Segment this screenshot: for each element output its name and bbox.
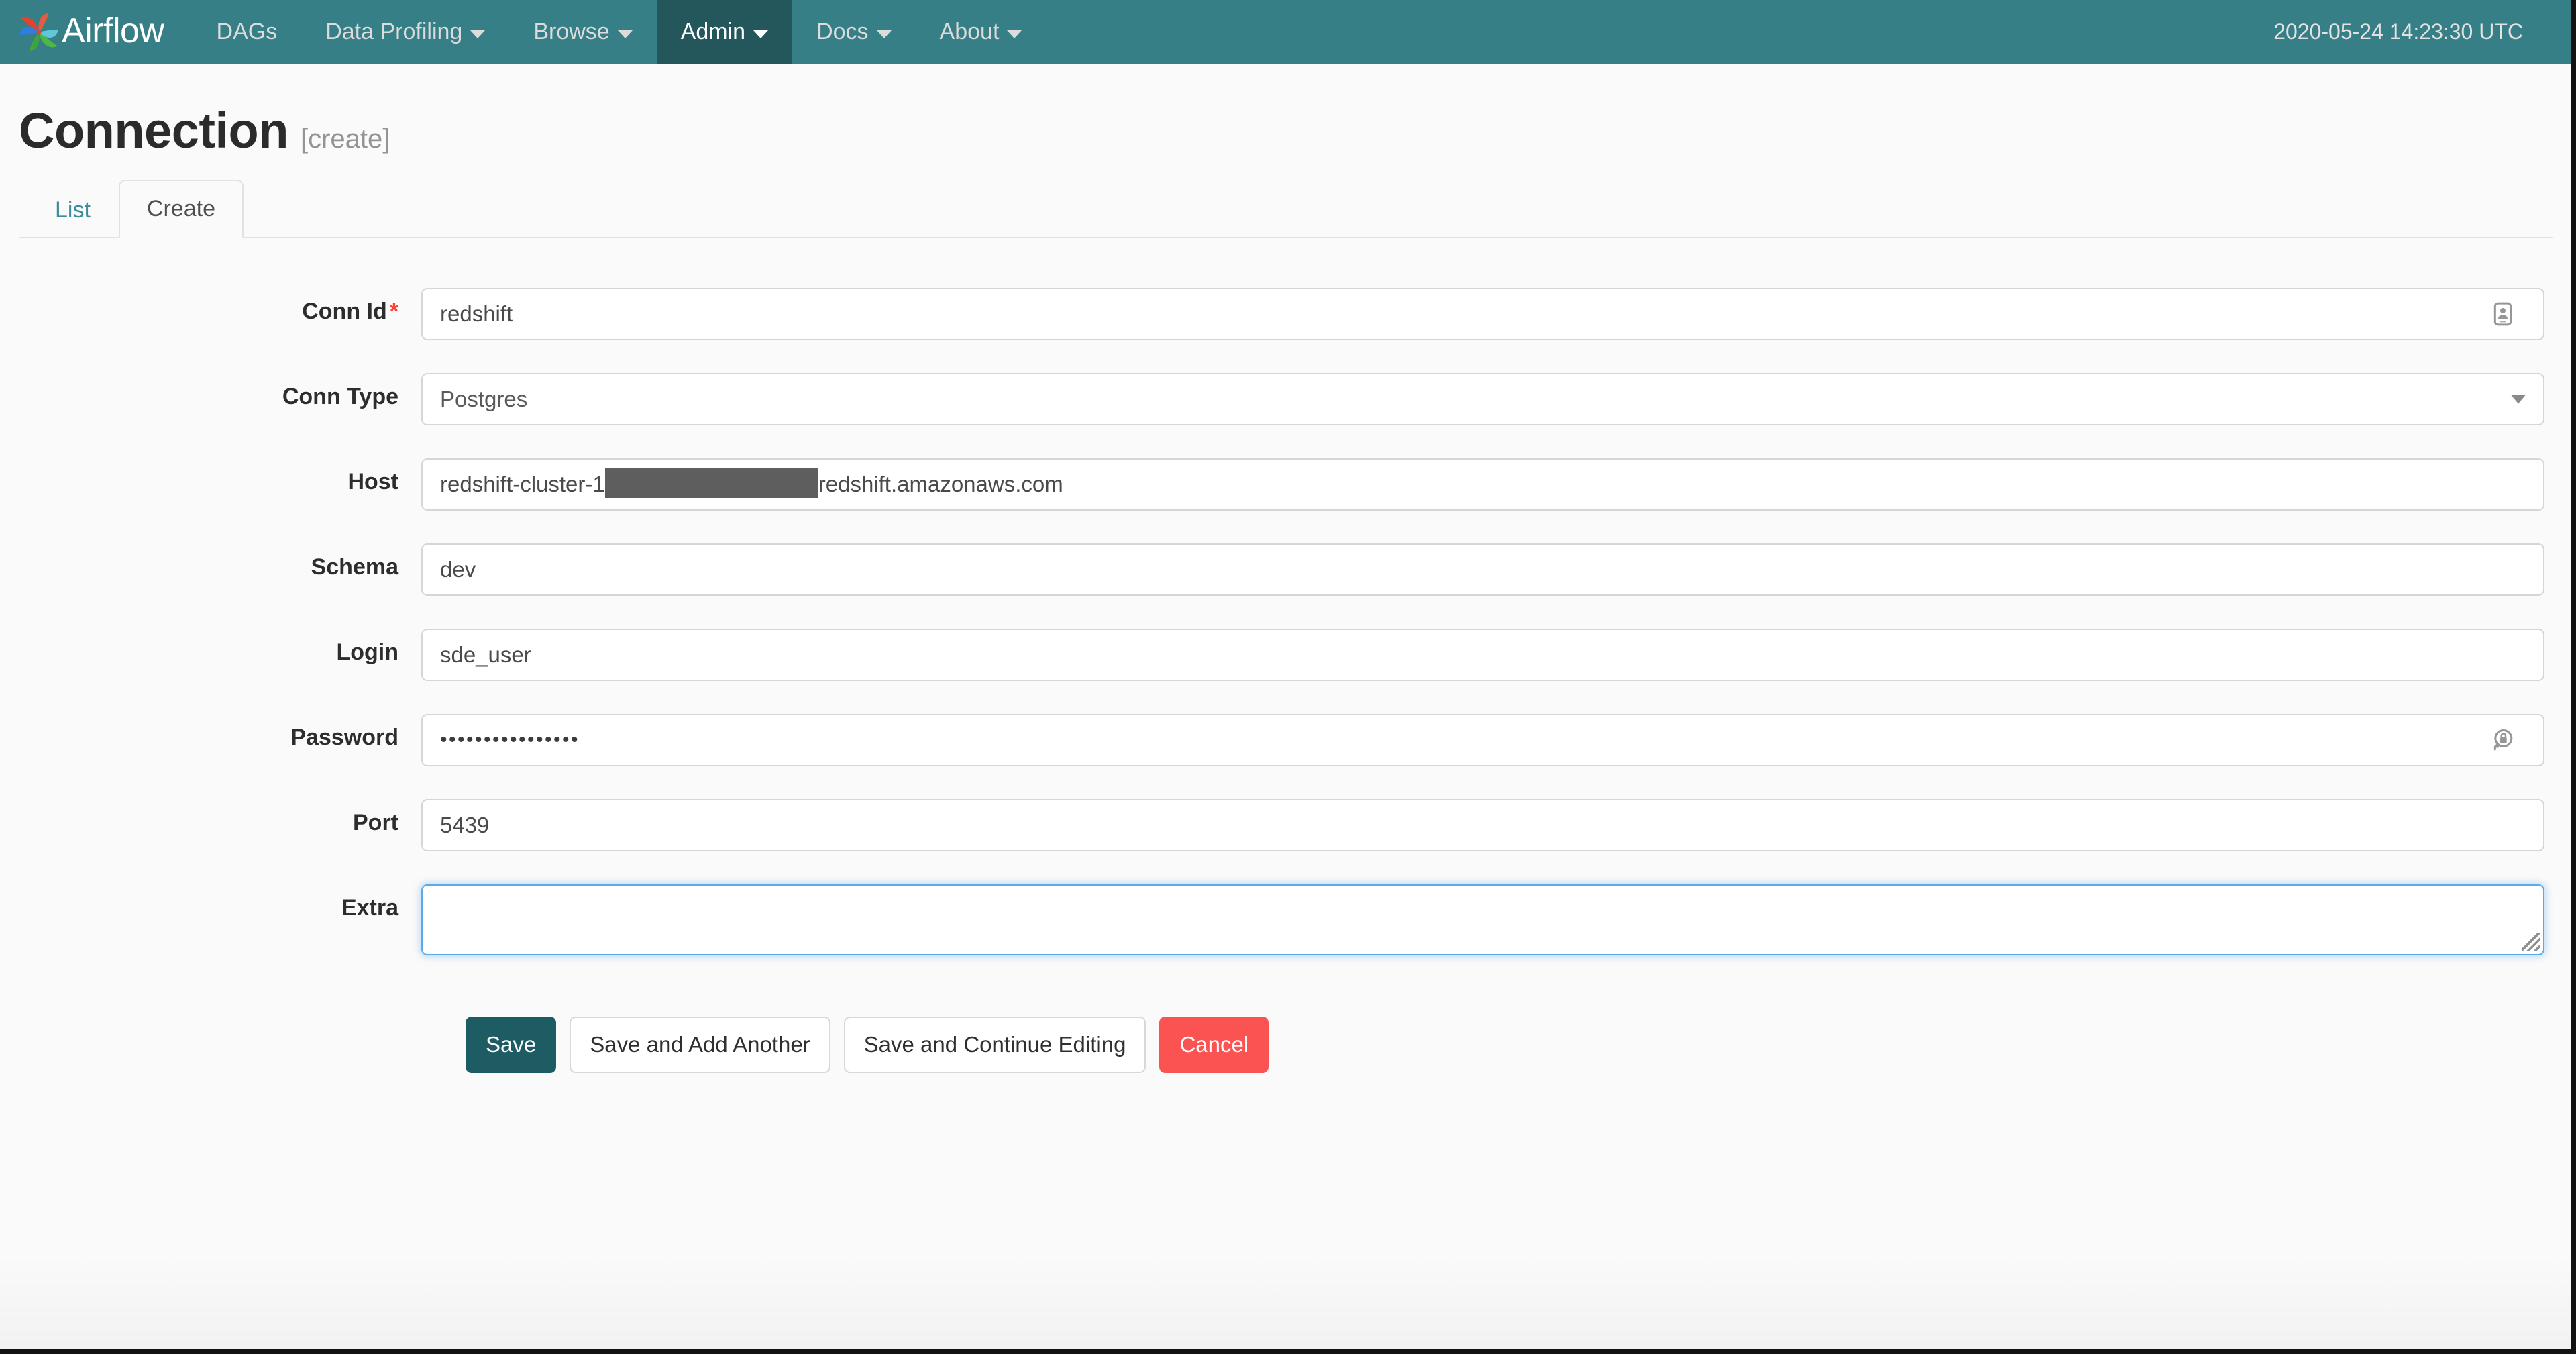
port-value: 5439 — [440, 813, 490, 837]
main-content: Connection [create] List Create Conn Id *… — [0, 64, 2571, 1100]
conn-type-value: Postgres — [440, 386, 528, 411]
contact-card-autofill-icon[interactable] — [2489, 301, 2516, 327]
required-asterisk: * — [389, 299, 398, 324]
save-and-continue-editing-button[interactable]: Save and Continue Editing — [843, 1017, 1146, 1073]
save-and-add-another-button[interactable]: Save and Add Another — [570, 1017, 830, 1073]
schema-value: dev — [440, 557, 476, 582]
chevron-down-icon — [753, 30, 769, 38]
host-control: redshift-cluster-1 redshift.amazonaws.com — [421, 458, 2553, 511]
view-tabs: List Create — [19, 178, 2553, 238]
extra-label: Extra — [341, 895, 398, 921]
login-control: sde_user — [421, 629, 2553, 681]
cancel-button[interactable]: Cancel — [1159, 1017, 1269, 1073]
form-row-schema: Schema dev — [19, 543, 2553, 596]
save-button[interactable]: Save — [466, 1017, 557, 1073]
redaction-block — [604, 468, 818, 498]
chevron-down-icon — [876, 30, 892, 38]
conn-type-control: Postgres — [421, 373, 2553, 425]
app-page: Airflow DAGs Data Profiling Browse Admin… — [0, 0, 2576, 1354]
nav-item-admin[interactable]: Admin — [656, 0, 793, 64]
port-label: Port — [353, 810, 398, 835]
host-input[interactable]: redshift-cluster-1 redshift.amazonaws.com — [421, 458, 2544, 511]
conn-id-control: redshift — [421, 288, 2553, 340]
host-label: Host — [347, 469, 398, 494]
nav-item-label: Data Profiling — [325, 19, 463, 44]
form-row-login: Login sde_user — [19, 629, 2553, 681]
login-value: sde_user — [440, 642, 531, 667]
navbar-utc-clock: 2020-05-24 14:23:30 UTC — [2273, 19, 2523, 44]
nav-item-dags[interactable]: DAGs — [193, 0, 302, 64]
form-row-extra: Extra — [19, 884, 2553, 955]
password-control: •••••••••••••••• — [421, 714, 2553, 766]
form-actions: Save Save and Add Another Save and Conti… — [19, 988, 2553, 1100]
tab-label: List — [55, 197, 91, 223]
nav-item-about[interactable]: About — [916, 0, 1046, 64]
form-row-conn-id: Conn Id * redshift — [19, 288, 2553, 340]
page-footer-space — [0, 1100, 2571, 1349]
conn-id-input[interactable]: redshift — [421, 288, 2544, 340]
login-input[interactable]: sde_user — [421, 629, 2544, 681]
password-label: Password — [290, 725, 398, 750]
host-value-prefix: redshift-cluster-1 — [440, 472, 605, 497]
chevron-down-icon — [470, 30, 486, 38]
navbar-menu: DAGs Data Profiling Browse Admin Docs Ab… — [193, 0, 1046, 64]
form-row-password: Password •••••••••••••••• — [19, 714, 2553, 766]
label-text: Conn Id — [302, 299, 387, 324]
nav-item-label: Browse — [533, 19, 610, 44]
top-navbar: Airflow DAGs Data Profiling Browse Admin… — [0, 0, 2571, 64]
brand-label: Airflow — [62, 11, 164, 50]
nav-item-docs[interactable]: Docs — [792, 0, 915, 64]
page-title: Connection — [19, 103, 288, 158]
host-value-suffix: redshift.amazonaws.com — [818, 472, 1063, 497]
brand-home-link[interactable]: Airflow — [0, 0, 172, 64]
conn-type-label: Conn Type — [282, 384, 398, 409]
nav-item-data-profiling[interactable]: Data Profiling — [301, 0, 509, 64]
resize-grip-icon[interactable] — [2522, 933, 2540, 951]
form-row-host: Host redshift-cluster-1 redshift.amazonaw… — [19, 458, 2553, 511]
conn-id-label: Conn Id * — [19, 288, 421, 325]
airflow-pinwheel-logo — [15, 8, 63, 56]
nav-item-label: DAGs — [216, 19, 278, 44]
nav-item-label: Admin — [680, 19, 746, 44]
page-header: Connection [create] — [19, 64, 2553, 178]
schema-control: dev — [421, 543, 2553, 596]
conn-id-value: redshift — [440, 301, 513, 326]
nav-item-label: About — [939, 19, 1000, 44]
form-row-conn-type: Conn Type Postgres — [19, 373, 2553, 425]
nav-item-label: Docs — [816, 19, 869, 44]
tab-label: Create — [146, 196, 215, 221]
key-lock-autofill-icon[interactable] — [2489, 727, 2516, 753]
schema-label: Schema — [311, 554, 398, 580]
connection-form: Conn Id * redshift Conn Type Postgres Ho… — [19, 238, 2553, 1100]
nav-item-browse[interactable]: Browse — [509, 0, 656, 64]
extra-textarea[interactable] — [421, 884, 2544, 955]
form-row-port: Port 5439 — [19, 799, 2553, 851]
page-subtitle: [create] — [300, 124, 390, 154]
password-input[interactable]: •••••••••••••••• — [421, 714, 2544, 766]
tab-list[interactable]: List — [27, 181, 119, 238]
conn-type-select[interactable]: Postgres — [421, 373, 2544, 425]
tab-create[interactable]: Create — [118, 180, 244, 238]
chevron-down-icon — [617, 30, 633, 38]
extra-control — [421, 884, 2553, 955]
port-control: 5439 — [421, 799, 2553, 851]
schema-input[interactable]: dev — [421, 543, 2544, 596]
port-input[interactable]: 5439 — [421, 799, 2544, 851]
chevron-down-icon — [1007, 30, 1022, 38]
login-label: Login — [336, 639, 398, 665]
password-value: •••••••••••••••• — [440, 729, 580, 751]
chevron-down-icon — [2511, 395, 2526, 404]
